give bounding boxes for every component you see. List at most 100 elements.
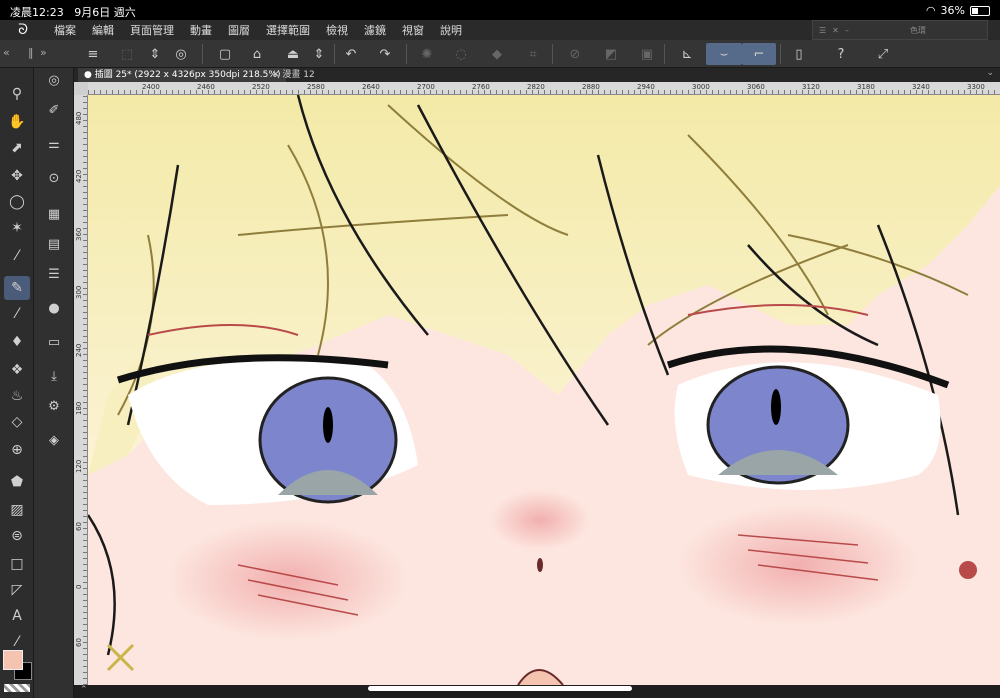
menu-help[interactable]: 說明 [432, 22, 470, 38]
material-icon[interactable]: ⤓ [42, 364, 66, 388]
ruler-tick-label: 2760 [472, 83, 490, 91]
clear-icon[interactable]: ◌ [448, 43, 474, 65]
ruler-tick-label: 300 [75, 285, 83, 299]
menu-page[interactable]: 頁面管理 [122, 22, 182, 38]
color-mix-icon[interactable]: ● [42, 296, 66, 320]
zoom-icon[interactable]: ⚲ [4, 82, 30, 106]
airbrush-icon[interactable]: ❖ [4, 358, 30, 382]
brush-size-icon[interactable]: ⊙ [42, 166, 66, 190]
drawing-canvas[interactable] [88, 95, 1000, 685]
ruler-tick-label: 2520 [252, 83, 270, 91]
main-color-swatch[interactable] [3, 650, 23, 670]
open-folder-icon[interactable]: ⌂ [244, 43, 270, 65]
stroke-correction-icon[interactable]: ⌣ [706, 43, 742, 65]
close-tab-icon[interactable]: ✕ [272, 70, 280, 80]
magic-wand-icon[interactable]: ✶ [4, 216, 30, 240]
hand-icon[interactable]: ✋ [4, 110, 30, 134]
home-indicator[interactable] [368, 686, 632, 691]
move-icon[interactable]: ✥ [4, 164, 30, 188]
crop-icon[interactable]: ⌗ [520, 43, 546, 65]
collapse-left-icon[interactable]: « [3, 46, 10, 59]
expand-right-icon[interactable]: » [40, 46, 47, 59]
status-bar: 凌晨12:23 9月6日 週六 ◠ 36% [0, 0, 1000, 20]
pen-icon[interactable]: ✎ [4, 276, 30, 300]
ruler-tick-label: 3060 [747, 83, 765, 91]
gradient-icon[interactable]: ▨ [4, 498, 30, 522]
new-file-icon[interactable]: ▢ [212, 43, 238, 65]
panel-close-icon[interactable]: ✕ [832, 26, 839, 35]
tab-comic[interactable]: ✕ 漫畫 12 [266, 68, 321, 82]
device-icon[interactable]: ▯ [786, 43, 812, 65]
eyedropper-icon[interactable]: ⁄ [4, 244, 30, 268]
menu-window[interactable]: 視窗 [394, 22, 432, 38]
redo-icon[interactable]: ↷ [372, 43, 398, 65]
fill-bucket-icon[interactable]: ⬟ [4, 470, 30, 494]
panel-minimize-icon[interactable]: – [845, 26, 849, 35]
pressure-icon[interactable]: ⌐ [742, 43, 776, 65]
text-icon[interactable]: A [4, 604, 30, 628]
ruler-tick-label: 2400 [142, 83, 160, 91]
menu-icon[interactable]: ≡ [80, 43, 106, 65]
operation-icon[interactable]: ⬈ [4, 136, 30, 160]
layers-icon[interactable]: ◈ [42, 428, 66, 452]
figure-icon[interactable]: □ [4, 552, 30, 576]
blend-icon[interactable]: ⊕ [4, 438, 30, 462]
menu-edit[interactable]: 編輯 [84, 22, 122, 38]
ruler-tick-label: 2940 [637, 83, 655, 91]
contour-icon[interactable]: ⊜ [4, 524, 30, 548]
ruler-tick-label: 180 [75, 401, 83, 415]
layer-search-icon[interactable]: ⚙ [42, 394, 66, 418]
panel-menu-icon[interactable]: ☰ [819, 26, 826, 35]
ruler-tick-label: 3000 [692, 83, 710, 91]
invert-selection-icon[interactable]: ◩ [598, 43, 624, 65]
sub-tool-icon[interactable]: ✐ [42, 98, 66, 122]
ruler-tick-label: 2880 [582, 83, 600, 91]
eraser-icon[interactable]: ◇ [4, 410, 30, 434]
menu-selection[interactable]: 選擇範圍 [258, 22, 318, 38]
quick-access-icon[interactable]: ⬚ [114, 43, 140, 65]
vertical-ruler[interactable]: 48042036030024018012060060120 [74, 95, 88, 698]
tool-property-icon[interactable]: ⚌ [42, 132, 66, 156]
deselect-icon[interactable]: ⊘ [562, 43, 588, 65]
ruler-tick-label: 2700 [417, 83, 435, 91]
frame-border-icon[interactable]: ◸ [4, 578, 30, 602]
selection-border-icon[interactable]: ▣ [634, 43, 660, 65]
ruler-tick-label: 2640 [362, 83, 380, 91]
horizontal-ruler[interactable]: 2400 2460 2520 2580 2640 2700 2760 2820 2880 2940… [88, 82, 1000, 95]
menu-view[interactable]: 檢視 [318, 22, 356, 38]
menu-layer[interactable]: 圖層 [220, 22, 258, 38]
reference-icon[interactable]: ◎ [42, 68, 66, 92]
chevron-updown-icon[interactable]: ⇕ [142, 43, 168, 65]
layer-list-icon[interactable]: ☰ [42, 262, 66, 286]
navigator-icon[interactable]: ▭ [42, 330, 66, 354]
decoration-icon[interactable]: ♨ [4, 384, 30, 408]
save-icon[interactable]: ⏏ [280, 43, 306, 65]
loading-icon[interactable]: ✺ [414, 43, 440, 65]
lasso-icon[interactable]: ◯ [4, 190, 30, 214]
menu-file[interactable]: 檔案 [46, 22, 84, 38]
fullscreen-icon[interactable]: ⤢ [870, 43, 896, 65]
tab-illustration[interactable]: ● 插圖 25* (2922 x 4326px 350dpi 218.5%) [78, 68, 287, 82]
color-panel-title: 色環 [909, 25, 926, 35]
brush-icon[interactable]: ♦ [4, 330, 30, 354]
ruler-tick-label: 2460 [197, 83, 215, 91]
timeline-icon[interactable]: ▤ [42, 232, 66, 256]
fill-icon[interactable]: ◆ [484, 43, 510, 65]
record-icon[interactable]: ◎ [168, 43, 194, 65]
ruler-pen-icon[interactable]: ⊾ [674, 43, 700, 65]
chevron-up-icon[interactable]: ⌃ [80, 685, 88, 695]
help-bubble-icon[interactable]: ? [828, 43, 854, 65]
menu-animation[interactable]: 動畫 [182, 22, 220, 38]
undo-icon[interactable]: ↶ [338, 43, 364, 65]
app-logo-icon[interactable]: ᘐ [0, 22, 46, 38]
battery-icon [970, 5, 990, 16]
ruler-tick-label: 3120 [802, 83, 820, 91]
pencil-icon[interactable]: ⁄ [4, 302, 30, 326]
menu-filter[interactable]: 濾鏡 [356, 22, 394, 38]
ruler-tick-label: 240 [75, 343, 83, 357]
transparent-color-swatch[interactable] [4, 684, 30, 692]
chevron-down-icon[interactable]: ⌄ [986, 68, 994, 78]
color-set-icon[interactable]: ▦ [42, 202, 66, 226]
save-options-icon[interactable]: ⇕ [306, 43, 332, 65]
document-tabs: ● 插圖 25* (2922 x 4326px 350dpi 218.5%) ✕… [74, 68, 1000, 82]
